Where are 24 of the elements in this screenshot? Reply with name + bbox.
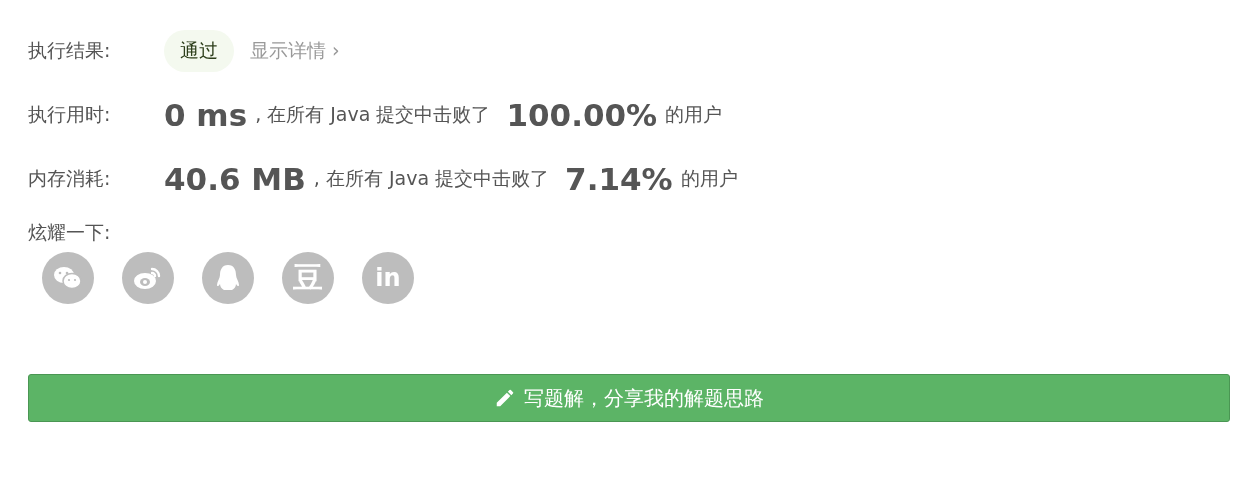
share-button[interactable]: in bbox=[362, 252, 414, 304]
eye-waves-icon bbox=[133, 265, 163, 291]
stat-value: 40.6 MB bbox=[164, 161, 306, 197]
stat-percent: 100.00% bbox=[506, 97, 658, 133]
status-pill: 通过 bbox=[164, 30, 234, 72]
stat-label: 内存消耗: bbox=[28, 166, 112, 191]
stat-percent: 7.14% bbox=[565, 161, 673, 197]
write-solution-button[interactable]: 写题解，分享我的解题思路 bbox=[28, 374, 1230, 422]
result-label: 执行结果: bbox=[28, 38, 112, 63]
details-link[interactable]: 显示详情 › bbox=[250, 38, 340, 64]
share-button[interactable]: 豆 bbox=[282, 252, 334, 304]
stat-label: 执行用时: bbox=[28, 102, 112, 127]
stat-text: 的用户 bbox=[665, 102, 723, 127]
share-button[interactable] bbox=[122, 252, 174, 304]
share-label: 炫耀一下: bbox=[28, 220, 112, 245]
stat-text: , 在所有 Java 提交中击败了 bbox=[255, 102, 491, 127]
stat-value: 0 ms bbox=[164, 97, 248, 133]
chat-bubbles-icon bbox=[53, 265, 83, 291]
penguin-icon bbox=[215, 264, 241, 292]
stat-text: 的用户 bbox=[680, 166, 738, 191]
share-button[interactable] bbox=[42, 252, 94, 304]
pencil-icon bbox=[494, 387, 516, 409]
share-button[interactable] bbox=[202, 252, 254, 304]
stat-text: , 在所有 Java 提交中击败了 bbox=[313, 166, 550, 191]
